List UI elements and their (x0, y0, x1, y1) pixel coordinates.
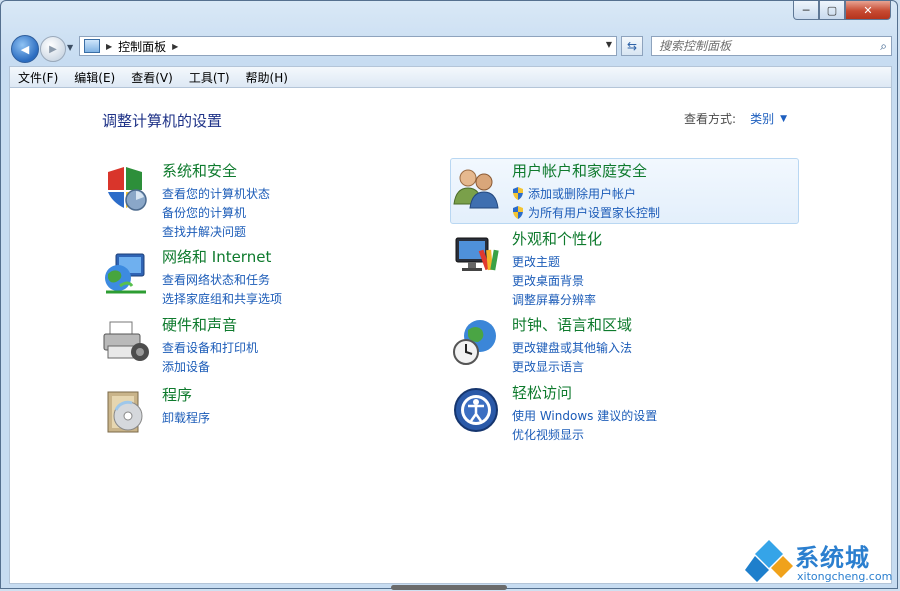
menu-file[interactable]: 文件(F) (10, 69, 66, 86)
link-view-network-status[interactable]: 查看网络状态和任务 (162, 270, 282, 289)
control-panel-icon (84, 39, 100, 53)
uac-shield-icon (513, 206, 523, 219)
category-title[interactable]: 网络和 Internet (162, 246, 271, 267)
link-backup-computer[interactable]: 备份您的计算机 (162, 203, 270, 222)
chevron-down-icon[interactable]: ▼ (780, 114, 787, 124)
page-title: 调整计算机的设置 (102, 112, 223, 130)
network-globe-icon (105, 253, 146, 294)
category-title[interactable]: 外观和个性化 (512, 228, 602, 249)
window-caption-buttons: ─ ▢ ✕ (793, 1, 891, 20)
menu-view[interactable]: 查看(V) (123, 69, 181, 86)
recent-pages-dropdown-icon[interactable]: ▼ (67, 43, 73, 52)
link-screen-resolution[interactable]: 调整屏幕分辨率 (512, 290, 596, 309)
watermark: 系统城 xitongcheng.com (745, 536, 897, 590)
breadcrumb-chevron-icon[interactable]: ▶ (106, 42, 112, 51)
category-title[interactable]: 用户帐户和家庭安全 (512, 160, 647, 181)
users-icon (453, 169, 499, 209)
link-change-display-language[interactable]: 更改显示语言 (512, 357, 632, 376)
menu-bar: 文件(F) 编辑(E) 查看(V) 工具(T) 帮助(H) (9, 66, 892, 88)
search-box[interactable]: ⌕ (651, 36, 892, 56)
forward-button[interactable]: ▶ (40, 36, 66, 62)
link-label[interactable]: 添加或删除用户帐户 (528, 185, 636, 202)
category-title[interactable]: 系统和安全 (162, 160, 237, 181)
appearance-monitor-icon (455, 237, 499, 271)
link-optimize-display[interactable]: 优化视频显示 (512, 425, 657, 444)
back-arrow-icon: ◀ (20, 42, 30, 56)
printer-hardware-icon (103, 321, 149, 361)
watermark-url: xitongcheng.com (797, 570, 893, 583)
address-dropdown-icon[interactable]: ▼ (606, 40, 612, 49)
resize-handle[interactable] (391, 585, 507, 590)
link-change-background[interactable]: 更改桌面背景 (512, 271, 596, 290)
minimize-button[interactable]: ─ (793, 1, 819, 20)
watermark-logo-icon (745, 540, 793, 582)
link-parental-controls[interactable]: 为所有用户设置家长控制 (512, 203, 660, 222)
link-homegroup-sharing[interactable]: 选择家庭组和共享选项 (162, 289, 282, 308)
category-title[interactable]: 程序 (162, 384, 192, 405)
main-content: 调整计算机的设置 查看方式: 类别 ▼ 系统和安全 查看您的计算机状态 备份您的… (9, 88, 892, 584)
view-by: 查看方式: 类别 ▼ (684, 110, 787, 127)
link-add-remove-accounts[interactable]: 添加或删除用户帐户 (512, 184, 660, 203)
close-button[interactable]: ✕ (845, 1, 891, 20)
breadcrumb-chevron-icon[interactable]: ▶ (172, 42, 178, 51)
menu-tools[interactable]: 工具(T) (181, 69, 238, 86)
menu-edit[interactable]: 编辑(E) (66, 69, 123, 86)
category-title[interactable]: 轻松访问 (512, 382, 572, 403)
menu-help[interactable]: 帮助(H) (238, 69, 296, 86)
view-by-dropdown[interactable]: 类别 (750, 110, 774, 127)
watermark-title: 系统城 (795, 544, 870, 572)
clock-globe-icon (453, 320, 496, 365)
link-find-fix-problems[interactable]: 查找并解决问题 (162, 222, 270, 241)
maximize-button[interactable]: ▢ (819, 1, 845, 20)
ease-of-access-icon (454, 388, 498, 432)
link-devices-printers[interactable]: 查看设备和打印机 (162, 338, 258, 357)
back-button[interactable]: ◀ (11, 35, 39, 63)
link-view-computer-status[interactable]: 查看您的计算机状态 (162, 184, 270, 203)
breadcrumb-control-panel[interactable]: 控制面板 (118, 38, 166, 55)
link-change-theme[interactable]: 更改主题 (512, 252, 596, 271)
control-panel-window: ─ ▢ ✕ ◀ ▶ ▼ ▶ 控制面板 ▶ ▼ ⇆ ⌕ 文件(F) 编辑(E) 查… (0, 0, 898, 590)
link-recommended-settings[interactable]: 使用 Windows 建议的设置 (512, 406, 657, 425)
view-by-label: 查看方式: (684, 112, 737, 126)
address-bar[interactable]: ▶ 控制面板 ▶ ▼ (79, 36, 617, 56)
category-title[interactable]: 硬件和声音 (162, 314, 237, 335)
programs-disc-icon (107, 391, 143, 433)
link-add-device[interactable]: 添加设备 (162, 357, 258, 376)
refresh-button[interactable]: ⇆ (621, 36, 643, 56)
search-input[interactable] (659, 39, 859, 53)
search-icon[interactable]: ⌕ (880, 39, 887, 54)
link-label[interactable]: 为所有用户设置家长控制 (528, 204, 660, 221)
link-uninstall-program[interactable]: 卸载程序 (162, 408, 210, 427)
refresh-icon: ⇆ (626, 39, 638, 53)
category-title[interactable]: 时钟、语言和区域 (512, 314, 632, 335)
forward-arrow-icon: ▶ (49, 43, 57, 55)
uac-shield-icon (513, 187, 523, 200)
security-shield-icon (108, 167, 147, 211)
link-change-keyboard[interactable]: 更改键盘或其他输入法 (512, 338, 632, 357)
